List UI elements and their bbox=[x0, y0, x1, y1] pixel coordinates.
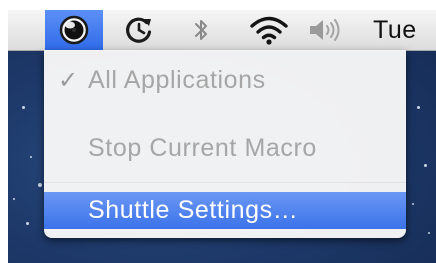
desktop-star bbox=[417, 106, 420, 109]
desktop-star bbox=[26, 222, 29, 225]
bluetooth-icon bbox=[195, 20, 207, 40]
desktop-star bbox=[13, 198, 15, 200]
volume-menu-extra[interactable] bbox=[302, 10, 348, 50]
desktop-star bbox=[30, 156, 32, 158]
menu-item-all-applications: ✓ All Applications bbox=[44, 62, 406, 98]
menu-separator bbox=[44, 182, 406, 183]
menu-item-label: Stop Current Macro bbox=[88, 133, 317, 162]
desktop-star bbox=[428, 232, 430, 234]
desktop-star bbox=[412, 203, 414, 205]
wifi-icon bbox=[250, 16, 288, 45]
desktop-star bbox=[38, 183, 42, 187]
time-machine-clock-icon bbox=[126, 17, 152, 43]
bluetooth-menu-extra[interactable] bbox=[186, 10, 216, 50]
menu-bar: Tue bbox=[8, 10, 436, 51]
shuttle-dropdown-menu: ✓ All Applications Stop Current Macro Sh… bbox=[44, 50, 406, 238]
shuttle-knob-icon bbox=[59, 15, 89, 45]
wifi-menu-extra[interactable] bbox=[244, 10, 294, 50]
menu-item-shuttle-settings[interactable]: Shuttle Settings… bbox=[44, 192, 406, 229]
checkmark-icon: ✓ bbox=[57, 66, 79, 94]
desktop-star bbox=[22, 106, 25, 109]
screenshot-frame: Tue ✓ All Applications Stop Current Macr… bbox=[0, 0, 436, 263]
volume-icon bbox=[310, 19, 340, 41]
menu-item-stop-current-macro: Stop Current Macro bbox=[44, 130, 406, 166]
menu-item-label: Shuttle Settings… bbox=[88, 196, 299, 224]
shuttle-menu-extra[interactable] bbox=[45, 10, 103, 50]
menubar-clock-day[interactable]: Tue bbox=[373, 10, 436, 50]
desktop-star bbox=[424, 164, 427, 167]
time-machine-menu-extra[interactable] bbox=[120, 10, 158, 50]
menu-item-label: All Applications bbox=[88, 65, 266, 94]
